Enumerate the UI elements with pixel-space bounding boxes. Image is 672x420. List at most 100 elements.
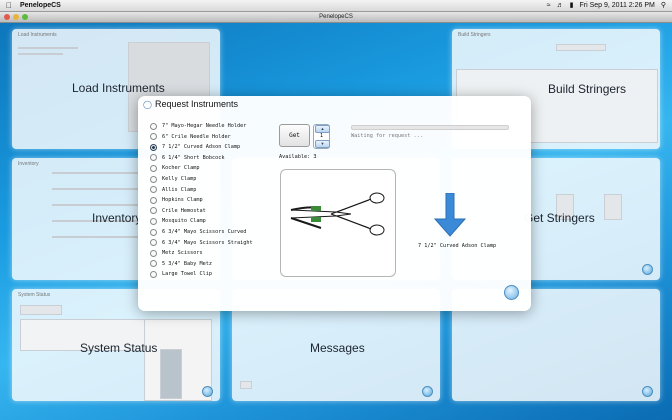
instrument-option[interactable]: 6 1/4" Short Bobcock: [150, 153, 224, 163]
chevron-up-icon[interactable]: ▲: [315, 125, 330, 133]
volume-icon[interactable]: ♬: [557, 0, 564, 11]
panel-label: System Status: [80, 341, 158, 355]
request-instruments-dialog: ◯ Request Instruments 7" Mayo-Hegar Need…: [138, 96, 531, 311]
down-arrow-icon: [433, 193, 467, 237]
chevron-down-icon[interactable]: ▼: [315, 140, 330, 148]
instrument-option[interactable]: 7 1/2" Curved Adson Clamp: [150, 142, 240, 152]
quantity-value: 1: [319, 133, 323, 139]
radio-button[interactable]: [150, 186, 157, 194]
instrument-label: Hopkins Clamp: [162, 197, 203, 204]
instrument-option[interactable]: 6" Crile Needle Holder: [150, 132, 231, 142]
panel-label: Get Stringers: [524, 211, 595, 225]
rack-slot: [160, 349, 182, 399]
radio-button[interactable]: [150, 270, 157, 278]
instrument-label: 5 3/4" Baby Metz: [162, 260, 212, 267]
radio-button[interactable]: [150, 217, 157, 225]
instrument-option[interactable]: Large Towel Clip: [150, 269, 212, 279]
panel-label: Messages: [310, 341, 365, 355]
instrument-label: 6" Crile Needle Holder: [162, 133, 231, 140]
instrument-option[interactable]: 5 3/4" Baby Metz: [150, 259, 212, 269]
clock[interactable]: Fri Sep 9, 2011 2:26 PM: [580, 0, 655, 11]
instrument-option[interactable]: Kocher Clamp: [150, 163, 199, 173]
instrument-label: 6 1/4" Short Bobcock: [162, 154, 225, 161]
battery-icon[interactable]: ▮: [570, 0, 574, 11]
panel-title: Inventory: [18, 161, 39, 167]
spotlight-icon[interactable]: ⚲: [661, 0, 666, 11]
refresh-icon[interactable]: [422, 386, 433, 397]
instrument-option[interactable]: Allis Clamp: [150, 185, 196, 195]
instrument-option[interactable]: Kelly Clamp: [150, 174, 196, 184]
instrument-option[interactable]: 6 3/4" Mayo Scissors Curved: [150, 227, 246, 237]
radio-button[interactable]: [150, 133, 157, 141]
refresh-icon[interactable]: [642, 386, 653, 397]
instrument-label: Kelly Clamp: [162, 176, 197, 182]
instrument-label: Allis Clamp: [162, 186, 197, 193]
radio-button[interactable]: [150, 143, 157, 151]
instrument-label: 6 3/4" Mayo Scissors Straight: [162, 239, 253, 246]
selected-instrument-name: 7 1/2" Curved Adson Clamp: [418, 243, 497, 249]
instrument-option[interactable]: Mosquito Clamp: [150, 216, 206, 226]
window-controls: [4, 14, 28, 20]
stringer-slot: [604, 194, 622, 220]
instrument-label: Crile Hemostat: [162, 207, 206, 214]
instrument-label: Metz Scissors: [162, 250, 203, 257]
panel-title: Load Instruments: [18, 32, 57, 38]
radio-button[interactable]: [150, 207, 157, 215]
panel-title: Build Stringers: [458, 32, 491, 38]
radio-button[interactable]: [150, 196, 157, 204]
instrument-option[interactable]: Crile Hemostat: [150, 206, 206, 216]
radio-button[interactable]: [150, 122, 157, 130]
request-icon: ◯: [143, 100, 152, 109]
instrument-label: Mosquito Clamp: [162, 218, 206, 225]
clamp-icon: [290, 192, 385, 236]
radio-button[interactable]: [150, 249, 157, 257]
window-title: PenelopeCS: [319, 14, 353, 20]
radio-button[interactable]: [150, 239, 157, 247]
placeholder-line: [52, 172, 148, 174]
radio-button[interactable]: [150, 154, 157, 162]
panel-label: Load Instruments: [72, 81, 165, 95]
panel-label: Build Stringers: [548, 82, 627, 96]
available-count: Available: 3: [279, 154, 317, 160]
instrument-option[interactable]: Metz Scissors: [150, 248, 203, 258]
refresh-icon[interactable]: [504, 285, 519, 300]
request-progress: [351, 125, 509, 130]
refresh-icon[interactable]: [202, 386, 213, 397]
radio-button[interactable]: [150, 175, 157, 183]
status-area: ≈ ♬ ▮ Fri Sep 9, 2011 2:26 PM ⚲: [547, 0, 666, 11]
window-titlebar: PenelopeCS: [0, 12, 672, 23]
status-button: [20, 305, 62, 315]
instrument-option[interactable]: Hopkins Clamp: [150, 195, 203, 205]
close-icon[interactable]: [4, 14, 10, 20]
instrument-label: 6 3/4" Mayo Scissors Curved: [162, 229, 247, 235]
instrument-option[interactable]: 6 3/4" Mayo Scissors Straight: [150, 238, 253, 248]
zoom-icon[interactable]: [22, 14, 28, 20]
message-button: [240, 381, 252, 389]
radio-button[interactable]: [150, 164, 157, 172]
apple-icon[interactable]: : [6, 0, 12, 11]
placeholder-line: [18, 47, 78, 49]
placeholder-line: [52, 204, 148, 206]
quantity-stepper[interactable]: ▲ 1 ▼: [313, 124, 330, 149]
panel-label: Inventory: [92, 211, 142, 225]
placeholder-line: [18, 53, 63, 55]
instrument-label: 7 1/2" Curved Adson Clamp: [162, 144, 241, 151]
placeholder-line: [52, 236, 148, 238]
placeholder-line: [52, 188, 148, 190]
radio-button[interactable]: [150, 260, 157, 268]
request-status: Waiting for request ...: [351, 133, 423, 139]
menu-bar:  PenelopeCS ≈ ♬ ▮ Fri Sep 9, 2011 2:26 …: [0, 0, 672, 12]
wifi-icon[interactable]: ≈: [547, 0, 551, 11]
panel-title: System Status: [18, 292, 51, 298]
instrument-image: [280, 169, 396, 277]
get-button[interactable]: Get: [279, 124, 310, 147]
dialog-title: Request Instruments: [155, 99, 239, 109]
instrument-option[interactable]: 7" Mayo-Hegar Needle Holder: [150, 121, 246, 131]
refresh-icon[interactable]: [642, 264, 653, 275]
minimize-icon[interactable]: [13, 14, 19, 20]
radio-button[interactable]: [150, 228, 157, 236]
instrument-label: 7" Mayo-Hegar Needle Holder: [162, 123, 247, 129]
app-menu[interactable]: PenelopeCS: [20, 0, 61, 11]
stringer-selector: [556, 44, 606, 51]
instrument-label: Kocher Clamp: [162, 165, 200, 172]
